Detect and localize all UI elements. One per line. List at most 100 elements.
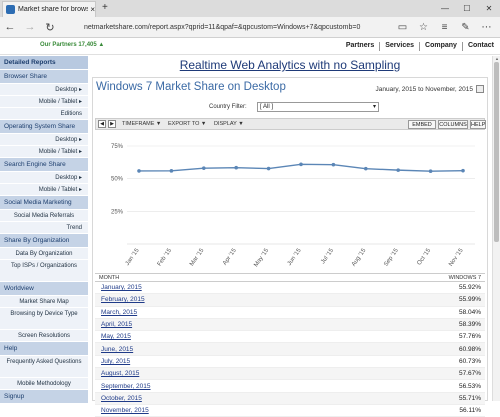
help-button[interactable]: HELP [470,120,486,129]
sidebar-item-screen-resolutions[interactable]: Screen Resolutions [0,330,88,342]
nav-services[interactable]: Services [385,42,414,51]
calendar-icon[interactable] [476,85,484,93]
table-row: October, 2015 55.71% [95,392,485,405]
favorites-icon[interactable]: ☆ [414,19,433,36]
row-value: 58.04% [458,308,481,316]
data-point [169,169,174,173]
next-arrow-icon[interactable]: ▶ [108,120,116,128]
refresh-icon[interactable]: ↻ [40,21,60,34]
row-value: 57.76% [458,333,481,341]
row-month-link[interactable]: January, 2015 [101,284,142,291]
col-windows7[interactable]: WINDOWS 7 [449,275,481,281]
close-window-button[interactable]: ✕ [478,0,500,17]
reading-view-icon[interactable]: ▭ [393,19,412,36]
table-row: November, 2015 56.11% [95,405,485,417]
row-value: 57.67% [458,370,481,378]
row-month-link[interactable]: February, 2015 [101,296,145,303]
row-month-link[interactable]: July, 2015 [101,358,130,365]
browser-tab[interactable]: Market share for browsers × [2,1,96,17]
site-tagline[interactable]: Realtime Web Analytics with no Sampling [88,58,492,72]
sidebar-item-top-isps-organizations[interactable]: Top ISPs / Organizations [0,260,88,282]
display-menu[interactable]: DISPLAY ▼ [214,121,244,127]
tab-strip: Market share for browsers × + — ☐ ✕ [0,0,500,17]
chevron-down-icon: ▾ [372,104,376,110]
nav-partners[interactable]: Partners [346,42,374,51]
embed-button[interactable]: EMBED [408,120,436,129]
sidebar-item-desktop[interactable]: Desktop ▸ [0,84,88,96]
table-row: February, 2015 55.99% [95,294,485,307]
table-row: August, 2015 57.67% [95,368,485,381]
sidebar-item-mobile-methodology[interactable]: Mobile Methodology [0,378,88,390]
row-month-link[interactable]: September, 2015 [101,383,151,390]
hub-icon[interactable]: ≡ [435,19,454,36]
country-filter-select[interactable]: [ All ] ▾ [257,102,379,112]
nav-company[interactable]: Company [425,42,457,51]
columns-button[interactable]: COLUMNS [438,120,468,129]
back-icon[interactable]: ← [0,21,20,33]
more-icon[interactable]: ⋯ [477,19,496,36]
scrollbar[interactable]: ▲ [492,56,500,401]
favicon-icon [6,5,15,14]
row-month-link[interactable]: May, 2015 [101,333,131,340]
data-point [137,169,141,173]
sidebar-heading-help[interactable]: Help [0,342,88,356]
sidebar-item-mobile-tablet[interactable]: Mobile / Tablet ▸ [0,146,88,158]
x-tick-label: Apr '15 [222,247,238,266]
sidebar-heading-share-by-organization[interactable]: Share By Organization [0,234,88,248]
browser-navbar: ← → ↻ netmarketshare.com/report.aspx?qpr… [0,17,500,38]
row-month-link[interactable]: April, 2015 [101,321,132,328]
data-point [202,166,206,170]
sidebar-item-desktop[interactable]: Desktop ▸ [0,134,88,146]
sidebar-item-market-share-map[interactable]: Market Share Map [0,296,88,308]
sidebar-heading-operating-system-share[interactable]: Operating System Share [0,120,88,134]
report-title: Windows 7 Market Share on Desktop [96,81,286,93]
sidebar-heading-social-media-marketing[interactable]: Social Media Marketing [0,196,88,210]
timeframe-menu[interactable]: TIMEFRAME ▼ [122,121,161,127]
sidebar-item-browsing-by-device-type[interactable]: Browsing by Device Type [0,308,88,330]
market-share-chart: 75% 50% 25% Jan '15 Feb '15 Mar '15 Apr '15 May… [111,144,475,268]
data-point [396,168,401,172]
sidebar-heading-signup[interactable]: Signup [0,390,88,404]
sidebar-item-desktop[interactable]: Desktop ▸ [0,172,88,184]
notes-icon[interactable]: ✎ [456,19,475,36]
sidebar-item-mobile-tablet[interactable]: Mobile / Tablet ▸ [0,184,88,196]
forward-icon[interactable]: → [20,21,40,33]
prev-arrow-icon[interactable]: ◀ [98,120,106,128]
sidebar-item-editions[interactable]: Editions [0,108,88,120]
y-tick-label: 50% [111,177,124,183]
sidebar-heading-search-engine-share[interactable]: Search Engine Share [0,158,88,172]
export-menu[interactable]: EXPORT TO ▼ [168,121,206,127]
sidebar-item-mobile-tablet[interactable]: Mobile / Tablet ▸ [0,96,88,108]
nav-contact[interactable]: Contact [468,42,494,51]
row-month-link[interactable]: March, 2015 [101,309,137,316]
scroll-thumb[interactable] [494,62,499,242]
sidebar-item-social-media-referrals[interactable]: Social Media Referrals [0,210,88,222]
row-month-link[interactable]: August, 2015 [101,370,139,377]
maximize-button[interactable]: ☐ [456,0,478,17]
y-tick-label: 75% [111,144,124,150]
sidebar-item-frequently-asked-questions[interactable]: Frequently Asked Questions [0,356,88,378]
sidebar-heading-worldview[interactable]: Worldview [0,282,88,296]
minimize-button[interactable]: — [434,0,456,17]
sidebar-heading-browser-share[interactable]: Browser Share [0,70,88,84]
row-month-link[interactable]: November, 2015 [101,407,149,414]
sidebar-item-data-by-organization[interactable]: Data By Organization [0,248,88,260]
row-value: 60.98% [458,345,481,353]
top-nav: Partners Services Company Contact [346,42,494,51]
tab-close-icon[interactable]: × [90,5,95,14]
table-row: September, 2015 56.53% [95,380,485,393]
row-month-link[interactable]: June, 2015 [101,346,133,353]
new-tab-button[interactable]: + [102,2,108,13]
table-header: MONTH WINDOWS 7 [95,273,485,282]
col-month[interactable]: MONTH [99,275,119,281]
row-value: 56.11% [459,407,481,415]
x-tick-label: Feb '15 [157,247,174,267]
sidebar-heading-detailed-reports[interactable]: Detailed Reports [0,56,88,70]
y-tick-label: 25% [111,209,124,215]
data-point [331,162,336,167]
sidebar-item-trend[interactable]: Trend [0,222,88,234]
x-tick-label: Mar '15 [189,247,206,267]
date-range: January, 2015 to November, 2015 [375,86,473,93]
address-bar[interactable]: netmarketshare.com/report.aspx?qprid=11&… [84,20,384,35]
x-tick-label: Nov '15 [448,247,465,267]
